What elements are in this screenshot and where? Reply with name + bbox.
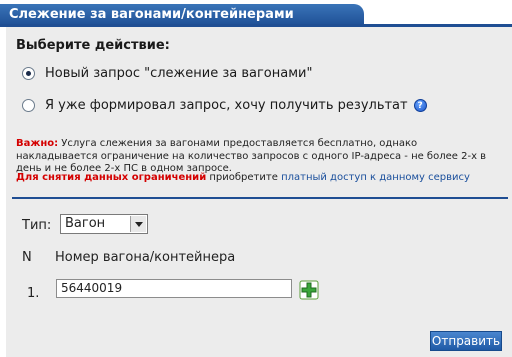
add-row-icon[interactable]	[299, 280, 319, 300]
paid-access-link[interactable]: платный доступ к данному сервису	[281, 172, 470, 183]
usage-notice: Важно: Услуга слежения за вагонами предо…	[16, 138, 496, 176]
page-title: Слежение за вагонами/контейнерами	[0, 4, 364, 26]
column-header-n: N	[22, 250, 32, 265]
type-select-value: Вагон	[65, 216, 106, 231]
radio-get-result[interactable]	[22, 99, 35, 112]
type-select[interactable]: Вагон	[60, 214, 148, 234]
submit-button[interactable]: Отправить	[430, 331, 502, 351]
limit-text: приобретите	[209, 172, 278, 183]
section-divider	[12, 197, 508, 199]
column-header-number: Номер вагона/контейнера	[55, 250, 236, 265]
limit-notice: Для снятия данных ограничений приобретит…	[16, 172, 470, 183]
chevron-down-icon[interactable]	[130, 216, 146, 232]
type-label: Тип:	[22, 218, 52, 233]
help-icon[interactable]: ?	[413, 99, 427, 112]
option-get-result[interactable]: Я уже формировал запрос, хочу получить р…	[22, 98, 427, 113]
wagon-number-input[interactable]: 56440019	[56, 279, 292, 298]
limit-label: Для снятия данных ограничений	[16, 172, 207, 183]
warning-label: Важно:	[16, 138, 59, 149]
option-get-result-label: Я уже формировал запрос, хочу получить р…	[45, 98, 408, 113]
choose-action-label: Выберите действие:	[16, 38, 170, 53]
option-new-request[interactable]: Новый запрос "слежение за вагонами"	[22, 66, 312, 81]
option-new-request-label: Новый запрос "слежение за вагонами"	[45, 66, 313, 81]
warning-text: Услуга слежения за вагонами предоставляе…	[16, 138, 487, 174]
tracking-form-panel: Выберите действие: Новый запрос "слежени…	[6, 27, 512, 357]
row-index: 1.	[27, 286, 40, 301]
header-bar: Слежение за вагонами/контейнерами	[0, 0, 512, 27]
radio-new-request[interactable]	[22, 67, 35, 80]
